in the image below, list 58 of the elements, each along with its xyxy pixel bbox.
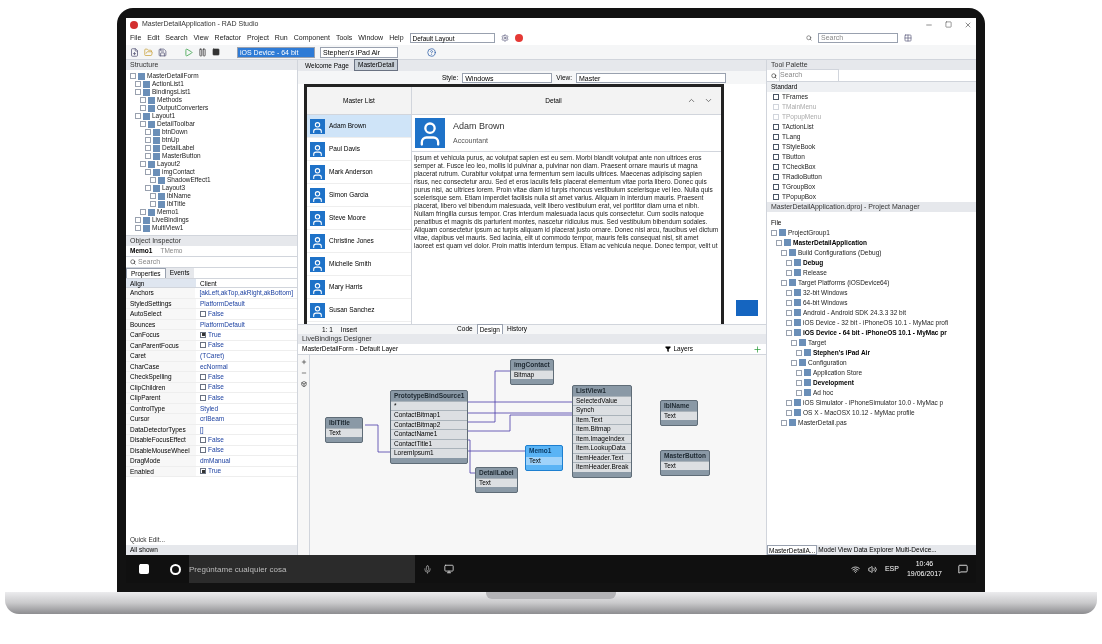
layout-icon[interactable]	[904, 34, 912, 42]
stop-icon[interactable]	[212, 48, 220, 56]
app-logo-icon	[130, 20, 138, 29]
checkbox[interactable]	[200, 331, 206, 338]
start-icon[interactable]	[138, 563, 150, 575]
search-icon	[130, 259, 136, 265]
checkbox[interactable]	[200, 468, 206, 475]
search-icon	[771, 72, 777, 79]
checkbox[interactable]	[200, 310, 206, 317]
network-icon[interactable]	[850, 564, 860, 574]
avatar-icon	[310, 187, 325, 203]
check-icon	[201, 469, 205, 473]
avatar-icon	[310, 141, 325, 157]
expand-toggle-icon[interactable]	[145, 185, 151, 191]
new-file-icon[interactable]	[130, 47, 139, 57]
expand-toggle-icon[interactable]	[135, 89, 141, 95]
contact-name: Adam Brown	[453, 119, 505, 133]
expand-toggle-icon[interactable]	[781, 279, 787, 286]
checkbox[interactable]	[200, 342, 206, 349]
checkbox[interactable]	[200, 447, 206, 454]
add-icon[interactable]	[753, 344, 762, 354]
filter-icon[interactable]	[665, 346, 672, 352]
avatar-icon	[310, 302, 325, 318]
avatar-icon	[310, 118, 325, 134]
save-icon[interactable]	[158, 47, 167, 57]
avatar-icon	[310, 164, 325, 180]
stop-sign-icon	[514, 34, 523, 42]
fit-icon[interactable]	[300, 381, 307, 387]
expand-toggle-icon[interactable]	[130, 73, 136, 79]
task-view-icon[interactable]	[444, 564, 454, 574]
zoom-out-icon[interactable]	[300, 370, 307, 376]
settings-icon[interactable]	[500, 34, 509, 42]
checkbox[interactable]	[200, 394, 206, 401]
avatar-icon	[310, 210, 325, 226]
folder-icon[interactable]	[144, 47, 153, 57]
search-icon	[806, 35, 812, 41]
connector-line	[364, 424, 391, 453]
speaker-icon[interactable]	[867, 564, 877, 574]
microphone-icon[interactable]	[423, 564, 432, 574]
pause-icon[interactable]	[198, 47, 207, 57]
check-icon	[201, 333, 205, 337]
notifications-icon[interactable]	[958, 564, 968, 574]
expand-toggle-icon[interactable]	[791, 359, 797, 366]
avatar-icon	[310, 279, 325, 295]
avatar-icon	[310, 233, 325, 249]
run-icon[interactable]	[184, 47, 193, 57]
help-icon[interactable]	[427, 47, 436, 57]
maximize-icon[interactable]	[945, 21, 952, 28]
avatar-icon	[415, 118, 445, 148]
assistant-ring-icon	[170, 563, 181, 575]
search-field[interactable]: Pregúntame cualquier cosa	[189, 555, 415, 583]
checkbox[interactable]	[200, 436, 206, 443]
zoom-in-icon[interactable]	[300, 359, 307, 365]
avatar-icon	[310, 256, 325, 272]
checkbox[interactable]	[200, 384, 206, 391]
image-placeholder	[736, 300, 758, 316]
checkbox[interactable]	[200, 373, 206, 380]
close-icon[interactable]	[964, 20, 972, 29]
